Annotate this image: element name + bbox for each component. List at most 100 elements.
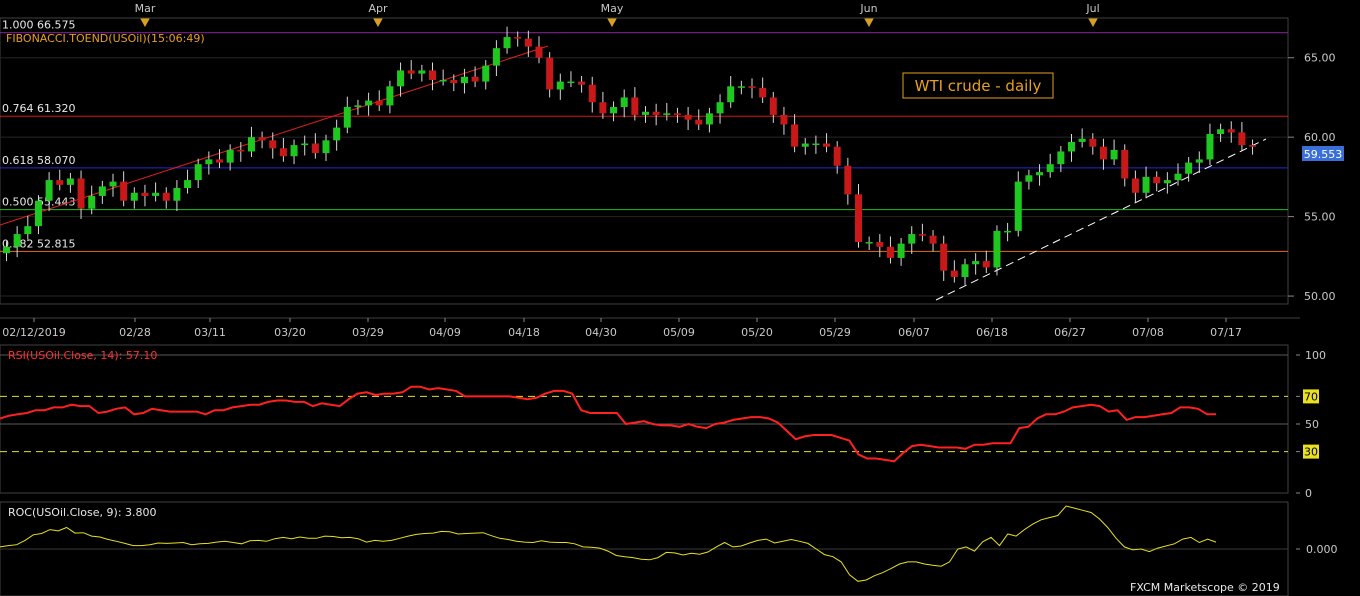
candle-body [482,65,490,82]
candle-body [397,70,405,87]
copyright-text: FXCM Marketscope © 2019 [1130,581,1280,594]
candle-body [567,81,575,84]
date-tick-label: 04/30 [585,326,617,339]
candle-body [1046,164,1054,173]
rsi-tick-label: 50 [1305,418,1319,431]
fib-level-label: 1.000 66.575 [2,19,75,32]
candle-body [77,178,85,209]
candle-body [88,195,96,209]
candle-body [1195,159,1203,163]
candle-body [652,111,660,115]
candle-body [855,194,862,243]
date-tick-label: 06/07 [898,326,930,339]
candle-body [918,234,926,236]
candle-body [365,100,373,106]
candle-body [833,146,841,166]
candle-body [1078,138,1086,142]
candle-body [940,243,948,271]
rsi-tick-label: 30 [1304,446,1318,459]
candle-body [439,79,447,82]
candle-body [1057,151,1065,165]
candle-body [34,200,42,227]
candle-body [950,270,958,277]
candle-body [429,70,436,80]
rsi-tick-label: 0 [1305,487,1312,500]
candle-body [503,37,511,49]
candle-body [716,102,724,114]
candle-body [1185,162,1193,174]
candle-body [1121,149,1129,179]
candle-body [492,48,500,66]
price-tick-label: 65.00 [1304,52,1336,65]
candle-body [748,86,756,88]
candle-body [663,113,671,115]
date-tick-label: 05/09 [663,326,695,339]
candle-body [791,124,799,147]
candle-body [844,165,852,195]
date-tick-label: 05/29 [819,326,851,339]
candle-body [450,79,458,84]
date-tick-label: 05/20 [741,326,773,339]
fib-level-label: 0.382 52.815 [2,237,75,250]
candle-body [631,97,639,115]
candle-body [194,164,202,181]
fib-level-label: 0.764 61.320 [2,102,75,115]
candle-body [1163,180,1171,184]
candle-body [66,178,74,185]
candle-body [578,81,586,85]
candle-body [109,181,117,187]
candle-body [1142,176,1150,193]
date-tick-label: 02/12/2019 [2,326,65,339]
candle-body [247,137,255,152]
candle-body [823,143,831,147]
candle-body [98,186,106,196]
last-price-text: 59.553 [1304,148,1343,161]
date-tick-label: 04/18 [508,326,540,339]
candle-body [1153,176,1161,184]
candle-body [322,140,330,154]
candle-body [311,143,319,154]
candle-body [1014,181,1022,231]
candle-body [695,119,703,125]
rsi-label: RSI(USOil.Close, 14): 57.10 [8,349,157,362]
candle-body [961,264,969,277]
roc-ytick: 0.000 [1306,543,1338,556]
candle-body [929,235,937,244]
candle-body [471,76,479,82]
candle-body [375,100,383,106]
candle-body [24,226,32,235]
date-tick-label: 07/08 [1132,326,1164,339]
candle-body [1004,230,1012,233]
candle-body [1099,146,1107,160]
candle-body [1131,178,1139,193]
candle-body [460,76,468,84]
candle-body [141,192,149,196]
candle-body [301,143,309,146]
month-label: Apr [368,2,388,15]
annotation-text: WTI crude - daily [915,77,1042,95]
candle-body [354,105,362,107]
candle-body [535,46,543,58]
date-tick-label: 06/27 [1054,326,1086,339]
candle-body [886,246,894,258]
candle-body [407,70,415,74]
candle-body [642,111,649,115]
month-label: Mar [135,2,156,15]
candle-body [1249,145,1257,147]
date-tick-label: 07/17 [1210,326,1242,339]
candle-body [673,113,681,115]
price-tick-label: 60.00 [1304,131,1336,144]
candle-body [216,159,223,163]
candle-body [897,243,905,258]
candle-body [737,86,745,88]
candle-body [620,97,628,107]
candle-body [812,143,820,146]
candle-body [972,261,980,265]
month-label: Jul [1085,2,1099,15]
roc-label: ROC(USOil.Close, 9): 3.800 [8,506,157,519]
candle-body [45,180,53,201]
candle-body [1238,132,1246,146]
fib-level-label: 0.618 58.070 [2,154,75,167]
fib-indicator-label: FIBONACCI.TOEND(USOil)(15:06:49) [6,32,205,45]
candle-body [1206,133,1214,160]
